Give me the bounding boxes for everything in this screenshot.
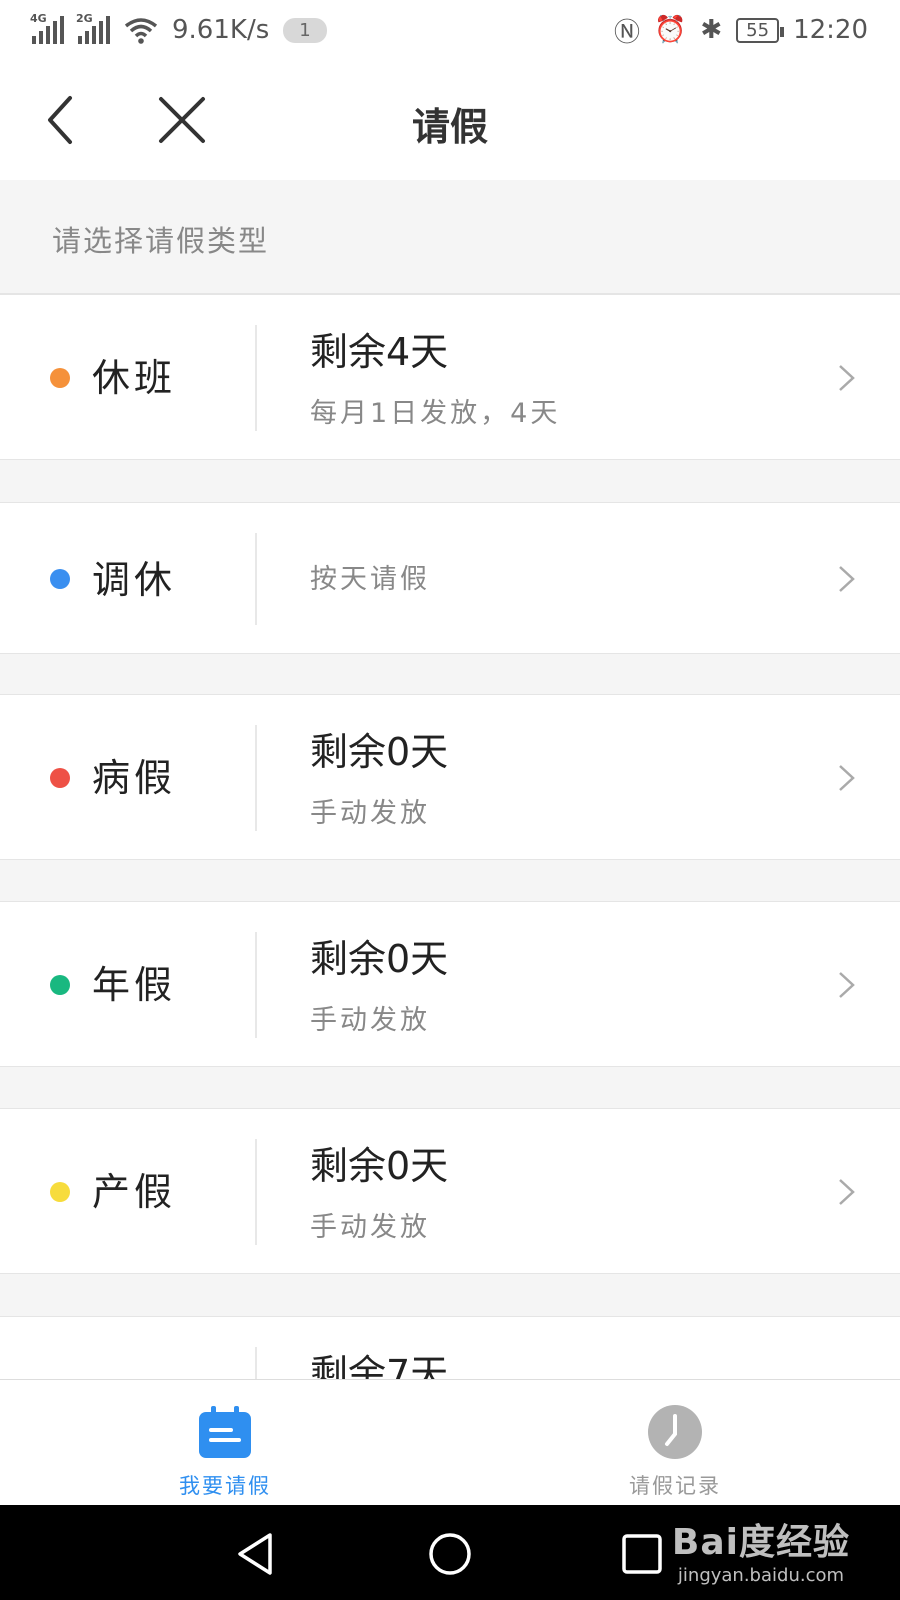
item-divider [255, 325, 257, 431]
wifi-icon [124, 18, 158, 44]
type-color-dot [50, 569, 70, 589]
item-divider [255, 1139, 257, 1245]
grant-rule: 手动发放 [310, 798, 430, 829]
item-divider [255, 1347, 257, 1379]
leave-type-name: 年假 [92, 963, 177, 1007]
leave-item-annual[interactable]: 年假 剩余0天 手动发放 [0, 901, 900, 1067]
notification-badge: 1 [283, 17, 327, 43]
leave-item-partial[interactable]: 剩余7天 [0, 1316, 900, 1379]
clock-time: 12:20 [793, 15, 868, 45]
remaining-days: 剩余0天 [310, 1144, 449, 1188]
remaining-days: 剩余0天 [310, 937, 449, 981]
tab-label: 我要请假 [179, 1474, 271, 1498]
leave-item-sick[interactable]: 病假 剩余0天 手动发放 [0, 694, 900, 860]
watermark: Bai度经验 jingyan.baidu.com [672, 1513, 850, 1586]
page-title: 请假 [411, 105, 488, 149]
leave-item-compensatory[interactable]: 调休 按天请假 [0, 502, 900, 654]
system-navigation-bar: Bai度经验 jingyan.baidu.com [0, 1505, 900, 1600]
signal-type-label-2: 2G [76, 12, 93, 25]
nav-back-icon[interactable] [230, 1527, 284, 1581]
nav-recents-icon[interactable] [615, 1527, 669, 1581]
leave-item-maternity[interactable]: 产假 剩余0天 手动发放 [0, 1108, 900, 1274]
item-divider [255, 932, 257, 1038]
item-divider [255, 533, 257, 625]
type-color-dot [50, 768, 70, 788]
leave-type-name: 调休 [92, 558, 177, 602]
leave-type-name: 休班 [92, 356, 177, 400]
grant-rule: 手动发放 [310, 1005, 430, 1036]
tab-label: 请假记录 [629, 1474, 721, 1498]
bottom-tab-bar: 我要请假 请假记录 [0, 1379, 900, 1505]
leave-type-list: 休班 剩余4天 每月1日发放，4天 调休 按天请假 病假 剩余0天 手动发放 年… [0, 294, 900, 1379]
clock-icon [648, 1405, 702, 1459]
remaining-days: 剩余0天 [310, 730, 449, 774]
grant-rule: 每月1日发放，4天 [310, 398, 561, 429]
chevron-right-icon [839, 765, 855, 791]
watermark-logo: Bai度经验 [671, 1522, 850, 1563]
status-right: Ⓝ ⏰ ✱ 55 12:20 [614, 12, 868, 49]
tab-leave-records[interactable]: 请假记录 [525, 1380, 825, 1506]
cell-signal-icon: 4G [30, 12, 64, 44]
status-bar: 4G 2G 9.61K/s 1 Ⓝ ⏰ ✱ 55 12:20 [0, 0, 900, 60]
status-left: 4G 2G 9.61K/s 1 [30, 12, 327, 45]
leave-item-rest-shift[interactable]: 休班 剩余4天 每月1日发放，4天 [0, 294, 900, 460]
calendar-icon [199, 1406, 251, 1458]
tab-apply-leave[interactable]: 我要请假 [75, 1380, 375, 1506]
remaining-days: 剩余7天 [310, 1352, 449, 1379]
nav-home-icon[interactable] [423, 1527, 477, 1581]
chevron-right-icon [839, 1179, 855, 1205]
bluetooth-icon: ✱ [700, 15, 723, 45]
net-speed: 9.61K/s [172, 15, 270, 45]
type-color-dot [50, 368, 70, 388]
grant-rule: 按天请假 [310, 564, 430, 595]
watermark-url: jingyan.baidu.com [677, 1565, 845, 1586]
chevron-right-icon [839, 566, 855, 592]
cell-signal-icon-2: 2G [76, 12, 110, 44]
item-divider [255, 725, 257, 831]
remaining-days: 剩余4天 [310, 330, 449, 374]
leave-type-name: 病假 [92, 756, 177, 800]
section-hint: 请选择请假类型 [0, 180, 900, 294]
battery-icon: 55 [736, 17, 784, 43]
chevron-right-icon [839, 365, 855, 391]
signal-type-label: 4G [30, 12, 47, 25]
section-hint-text: 请选择请假类型 [52, 224, 270, 258]
grant-rule: 手动发放 [310, 1212, 430, 1243]
type-color-dot [50, 975, 70, 995]
type-color-dot [50, 1182, 70, 1202]
chevron-right-icon [839, 972, 855, 998]
alarm-icon: ⏰ [653, 15, 687, 45]
leave-type-name: 产假 [92, 1170, 177, 1214]
nfc-icon: Ⓝ [613, 17, 640, 48]
nav-bar: 请假 [0, 60, 900, 180]
